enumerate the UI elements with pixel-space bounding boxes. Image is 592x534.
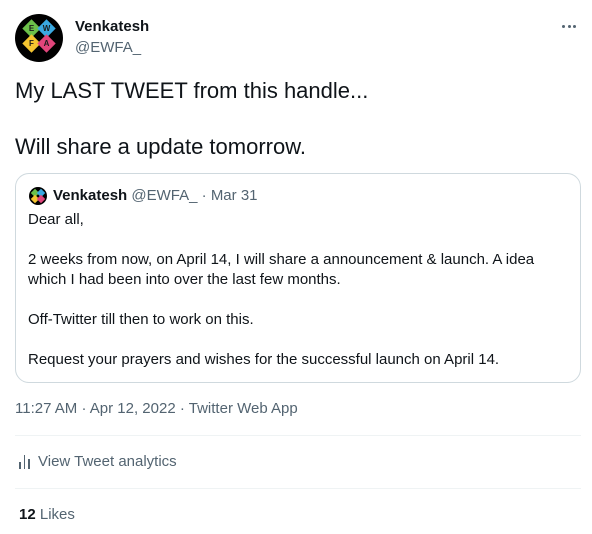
quoted-author-avatar — [29, 187, 47, 205]
quoted-tweet-card[interactable]: Venkatesh @EWFA_ · Mar 31 Dear all, 2 we… — [15, 173, 581, 383]
avatar-letter: E — [28, 24, 35, 33]
tweet-line: My LAST TWEET from this handle... — [15, 78, 369, 103]
tweet-time-link[interactable]: 11:27 AM — [15, 400, 77, 417]
quoted-separator: · — [201, 187, 207, 204]
more-options-icon[interactable] — [559, 16, 579, 36]
quoted-paragraph: Dear all, — [28, 211, 84, 228]
likes-count-link[interactable]: 12 Likes — [19, 505, 75, 525]
author-avatar[interactable]: E W F A — [15, 14, 63, 62]
divider — [15, 488, 581, 489]
tweet-text: My LAST TWEET from this handle... Will s… — [15, 77, 581, 161]
divider — [15, 435, 581, 436]
tweet-header: E W F A Venkatesh @EWFA_ — [15, 14, 581, 64]
analytics-bars-icon — [18, 455, 32, 469]
quoted-date[interactable]: Mar 31 — [211, 187, 258, 204]
avatar-letter: W — [42, 24, 51, 33]
quoted-paragraph: Off-Twitter till then to work on this. — [28, 311, 254, 328]
quoted-tweet-body: Dear all, 2 weeks from now, on April 14,… — [28, 210, 568, 370]
avatar-letter: F — [29, 39, 34, 48]
quoted-author-name: Venkatesh — [53, 187, 128, 204]
timestamp-separator: · — [81, 400, 87, 417]
avatar-letter: A — [43, 39, 50, 48]
likes-count: 12 — [19, 506, 36, 523]
tweet-source-link[interactable]: Twitter Web App — [189, 400, 298, 417]
author-handle[interactable]: @EWFA_ — [75, 38, 141, 58]
tweet-date-link[interactable]: Apr 12, 2022 — [90, 400, 176, 417]
quoted-tweet-header: Venkatesh @EWFA_ · Mar 31 — [53, 186, 258, 206]
analytics-label: View Tweet analytics — [38, 453, 177, 470]
quoted-author-handle: @EWFA_ — [131, 187, 198, 204]
quoted-paragraph: Request your prayers and wishes for the … — [28, 351, 500, 368]
likes-label: Likes — [39, 506, 75, 523]
timestamp-separator: · — [179, 400, 185, 417]
tweet-timestamp: 11:27 AM · Apr 12, 2022 · Twitter Web Ap… — [15, 399, 298, 419]
author-name[interactable]: Venkatesh — [75, 17, 149, 37]
quoted-paragraph: 2 weeks from now, on April 14, I will sh… — [28, 251, 535, 288]
tweet-line: Will share a update tomorrow. — [15, 134, 307, 159]
